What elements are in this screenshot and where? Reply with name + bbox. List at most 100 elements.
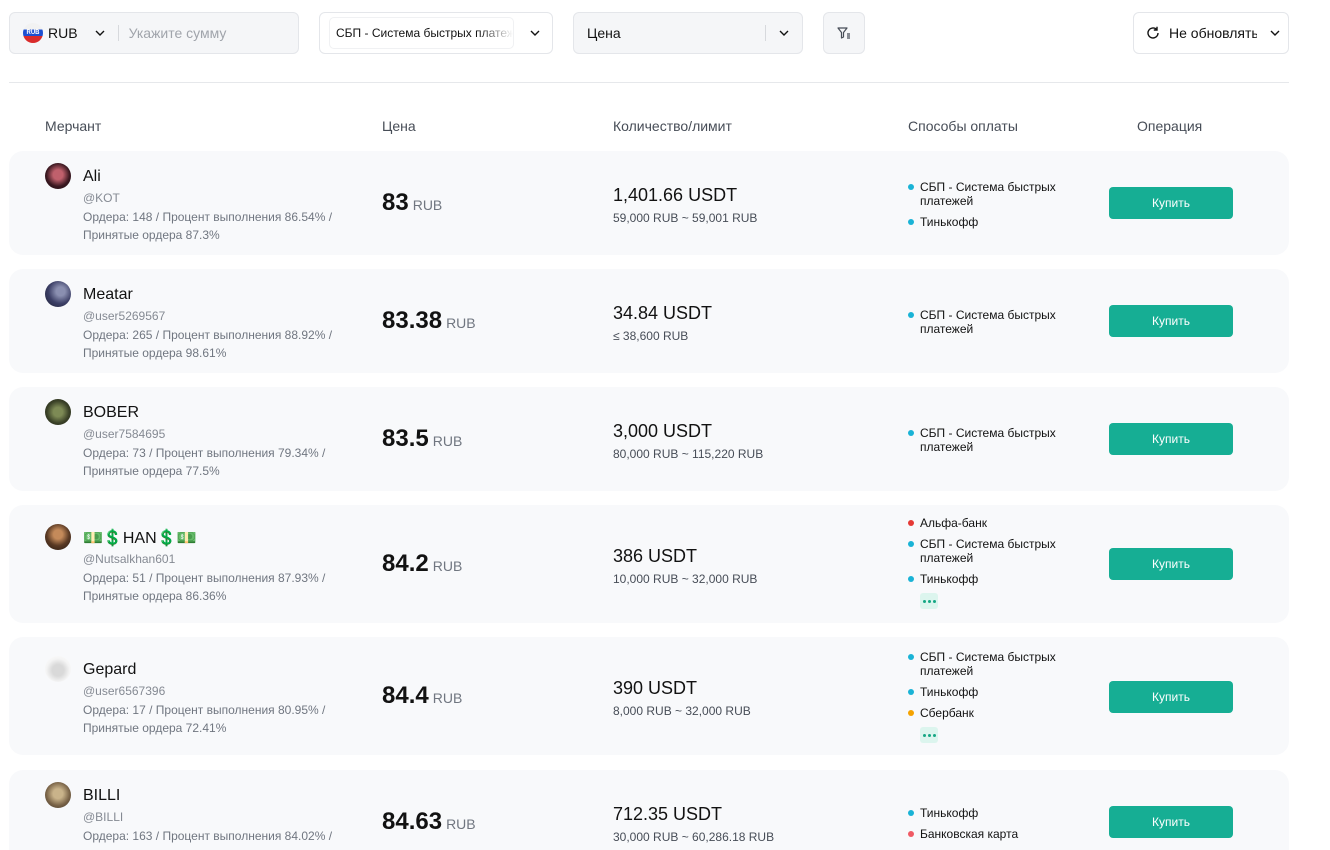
table-row: BILLI @BILLI Ордера: 163 / Процент выпол… xyxy=(9,770,1289,850)
merchant-name[interactable]: Gepard xyxy=(83,661,136,679)
buy-button[interactable]: Купить xyxy=(1109,305,1233,337)
avatar xyxy=(45,656,71,682)
method-dot xyxy=(908,710,914,716)
payment-methods: СБП - Система быстрых платежей xyxy=(908,308,1078,343)
merchant-handle: @user7584695 xyxy=(83,427,166,441)
payment-method: Тинькофф xyxy=(908,215,1078,229)
currency-amount-filter: RUB RUB xyxy=(9,12,299,54)
merchant-stats: Ордера: 51 / Процент выполнения 87.93% /… xyxy=(83,571,326,603)
price-currency: RUB xyxy=(432,558,463,574)
payment-methods: СБП - Система быстрых платежей xyxy=(908,426,1078,461)
merchant-handle: @user5269567 xyxy=(83,309,166,323)
refresh-label: Не обновлять xyxy=(1169,25,1257,41)
more-methods-button[interactable] xyxy=(920,727,938,743)
order-limit: 10,000 RUB ~ 32,000 RUB xyxy=(613,572,758,586)
method-dot xyxy=(908,184,914,190)
payment-method: СБП - Система быстрых платежей xyxy=(908,426,1078,454)
buy-button[interactable]: Купить xyxy=(1109,681,1233,713)
order-limit: 30,000 RUB ~ 60,286.18 RUB xyxy=(613,830,775,844)
merchant-name[interactable]: Meatar xyxy=(83,286,133,304)
sort-select[interactable]: Цена xyxy=(573,12,803,54)
filter-button[interactable] xyxy=(823,12,865,54)
chevron-down-icon[interactable] xyxy=(92,25,108,41)
payment-methods: Альфа-банк СБП - Система быстрых платеже… xyxy=(908,516,1078,609)
avatar xyxy=(45,399,71,425)
buy-button[interactable]: Купить xyxy=(1109,187,1233,219)
price-value: 83.5 xyxy=(382,425,429,452)
table-row: Ali @KOT Ордера: 148 / Процент выполнени… xyxy=(9,151,1289,255)
merchant-handle: @KOT xyxy=(83,191,120,205)
payment-method: Тинькофф xyxy=(908,806,1078,820)
avatar xyxy=(45,163,71,189)
header-price: Цена xyxy=(382,118,416,134)
available-quantity: 390 USDT xyxy=(613,678,698,698)
method-dot xyxy=(908,831,914,837)
price-value: 84.63 xyxy=(382,808,443,835)
refresh-select[interactable]: Не обновлять xyxy=(1133,12,1289,54)
merchant-name[interactable]: BOBER xyxy=(83,404,139,422)
available-quantity: 386 USDT xyxy=(613,546,698,566)
price: 84.2 RUB xyxy=(382,550,462,578)
available-quantity: 712.35 USDT xyxy=(613,804,723,824)
merchant-stats: Ордера: 148 / Процент выполнения 86.54% … xyxy=(83,210,333,242)
avatar xyxy=(45,281,71,307)
buy-button[interactable]: Купить xyxy=(1109,806,1233,838)
table-row: 💵💲HAN💲💵 @Nutsalkhan601 Ордера: 51 / Проц… xyxy=(9,505,1289,623)
refresh-icon xyxy=(1147,26,1159,39)
merchant-stats: Ордера: 73 / Процент выполнения 79.34% /… xyxy=(83,446,326,478)
price-value: 83.38 xyxy=(382,307,443,334)
method-dot xyxy=(908,312,914,318)
header-operation: Операция xyxy=(1137,118,1203,134)
price: 83.38 RUB xyxy=(382,307,476,335)
merchant-stats: Ордера: 163 / Процент выполнения 84.02% … xyxy=(83,829,333,843)
buy-button[interactable]: Купить xyxy=(1109,423,1233,455)
price: 83 RUB xyxy=(382,189,442,217)
order-limit: 8,000 RUB ~ 32,000 RUB xyxy=(613,704,751,718)
price-value: 84.4 xyxy=(382,682,429,709)
payment-method: СБП - Система быстрых платежей xyxy=(908,537,1078,565)
order-limit: 59,000 RUB ~ 59,001 RUB xyxy=(613,211,758,225)
method-dot xyxy=(908,541,914,547)
price-value: 83 xyxy=(382,189,409,216)
method-dot xyxy=(908,654,914,660)
divider xyxy=(765,25,766,41)
price-currency: RUB xyxy=(432,690,463,706)
chevron-down-icon xyxy=(1267,25,1283,41)
price: 84.63 RUB xyxy=(382,808,476,836)
payment-method: СБП - Система быстрых платежей xyxy=(908,650,1078,678)
merchant-name[interactable]: BILLI xyxy=(83,787,120,805)
merchant-name[interactable]: Ali xyxy=(83,168,101,186)
price-currency: RUB xyxy=(432,433,463,449)
payment-method: СБП - Система быстрых платежей xyxy=(908,180,1078,208)
price: 83.5 RUB xyxy=(382,425,462,453)
amount-input[interactable] xyxy=(128,25,289,41)
method-dot xyxy=(908,430,914,436)
merchant-stats: Ордера: 265 / Процент выполнения 88.92% … xyxy=(83,328,333,360)
currency-code[interactable]: RUB xyxy=(48,25,78,41)
payment-method-select[interactable]: СБП - Система быстрых платежей xyxy=(319,12,553,54)
payment-methods: СБП - Система быстрых платежей Тинькофф xyxy=(908,180,1078,236)
header-merchant: Мерчант xyxy=(45,118,102,134)
price-currency: RUB xyxy=(446,315,476,331)
payment-method-label: СБП - Система быстрых платежей xyxy=(336,26,513,40)
payment-method: Банковская карта xyxy=(908,827,1078,841)
chevron-down-icon[interactable] xyxy=(776,25,792,41)
header-payment-methods: Способы оплаты xyxy=(908,118,1018,134)
payment-methods: Тинькофф Банковская карта xyxy=(908,806,1078,848)
buy-button[interactable]: Купить xyxy=(1109,548,1233,580)
price-currency: RUB xyxy=(412,197,443,213)
payment-method: Альфа-банк xyxy=(908,516,1078,530)
merchant-name[interactable]: 💵💲HAN💲💵 xyxy=(83,528,196,548)
price-currency: RUB xyxy=(446,816,476,832)
available-quantity: 34.84 USDT xyxy=(613,303,713,323)
merchant-stats: Ордера: 17 / Процент выполнения 80.95% /… xyxy=(83,703,326,735)
payment-method: Тинькофф xyxy=(908,572,1078,586)
available-quantity: 1,401.66 USDT xyxy=(613,185,738,205)
merchant-handle: @BILLI xyxy=(83,810,124,824)
payment-method: СБП - Система быстрых платежей xyxy=(908,308,1078,336)
price-value: 84.2 xyxy=(382,550,429,577)
method-dot xyxy=(908,689,914,695)
table-row: BOBER @user7584695 Ордера: 73 / Процент … xyxy=(9,387,1289,491)
chevron-down-icon[interactable] xyxy=(527,25,543,41)
more-methods-button[interactable] xyxy=(920,593,938,609)
